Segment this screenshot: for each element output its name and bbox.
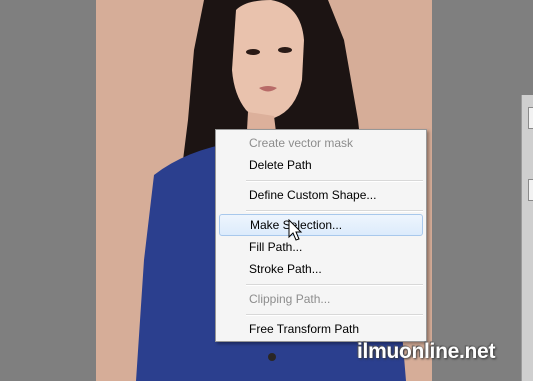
watermark-text: ilmuonline.net xyxy=(357,340,496,363)
menu-item-delete-path[interactable]: Delete Path xyxy=(219,154,423,176)
menu-item-free-transform-path[interactable]: Free Transform Path xyxy=(219,318,423,340)
menu-item-clipping-path: Clipping Path... xyxy=(249,292,331,306)
menu-item-make-selection[interactable]: Make Selection... xyxy=(219,214,423,236)
menu-separator xyxy=(246,180,423,182)
menu-separator xyxy=(246,284,423,286)
panel-edge xyxy=(521,95,533,381)
menu-item-fill-path[interactable]: Fill Path... xyxy=(219,236,423,258)
arrow-cursor-icon xyxy=(288,219,303,241)
menu-separator xyxy=(246,210,423,212)
path-context-menu: Create vector mask Delete Path Define Cu… xyxy=(215,129,427,342)
panel-tab[interactable] xyxy=(528,107,533,129)
menu-item-stroke-path[interactable]: Stroke Path... xyxy=(219,258,423,280)
menu-item-define-custom-shape[interactable]: Define Custom Shape... xyxy=(219,184,423,206)
panel-tab[interactable] xyxy=(528,179,533,201)
menu-separator xyxy=(246,314,423,316)
menu-item-create-vector-mask: Create vector mask xyxy=(249,136,354,150)
